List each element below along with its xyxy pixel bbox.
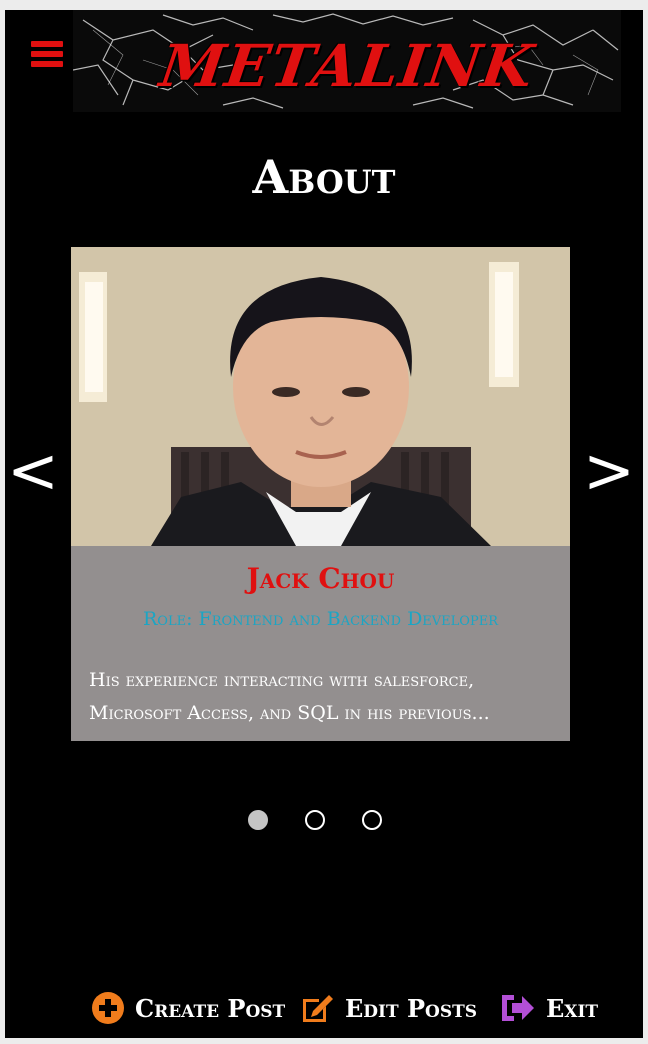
carousel-indicators <box>5 810 643 836</box>
sign-out-icon <box>502 995 534 1021</box>
bottom-action-bar: Create Post Edit Posts Exit <box>5 988 643 1038</box>
member-bio: His experience interacting with salesfor… <box>89 669 490 724</box>
logo-text: METALINK <box>155 32 539 100</box>
hamburger-menu-icon[interactable] <box>31 41 65 71</box>
app-frame: METALINK About < > Jack Chou Role: Front… <box>5 10 643 1038</box>
exit-label: Exit <box>546 993 599 1023</box>
carousel-dot-1[interactable] <box>248 810 268 830</box>
create-post-button[interactable]: Create Post <box>91 988 285 1028</box>
member-info: Jack Chou Role: Frontend and Backend Dev… <box>71 546 570 741</box>
member-photo <box>71 247 570 546</box>
edit-posts-label: Edit Posts <box>345 993 478 1023</box>
carousel-dot-3[interactable] <box>362 810 382 830</box>
plus-circle-icon <box>92 992 124 1024</box>
page-title: About <box>252 150 396 204</box>
edit-posts-button[interactable]: Edit Posts <box>299 988 477 1028</box>
create-post-label: Create Post <box>135 993 286 1023</box>
carousel-prev-button[interactable]: < <box>7 440 59 502</box>
header: METALINK <box>5 10 643 112</box>
member-name: Jack Chou <box>246 562 395 595</box>
exit-button[interactable]: Exit <box>498 988 598 1028</box>
carousel-next-button[interactable]: > <box>583 440 635 502</box>
team-member-card: Jack Chou Role: Frontend and Backend Dev… <box>71 247 570 741</box>
logo-banner[interactable]: METALINK <box>73 10 621 112</box>
edit-icon <box>303 995 333 1022</box>
carousel-dot-2[interactable] <box>305 810 325 830</box>
member-role: Role: Frontend and Backend Developer <box>142 608 498 630</box>
